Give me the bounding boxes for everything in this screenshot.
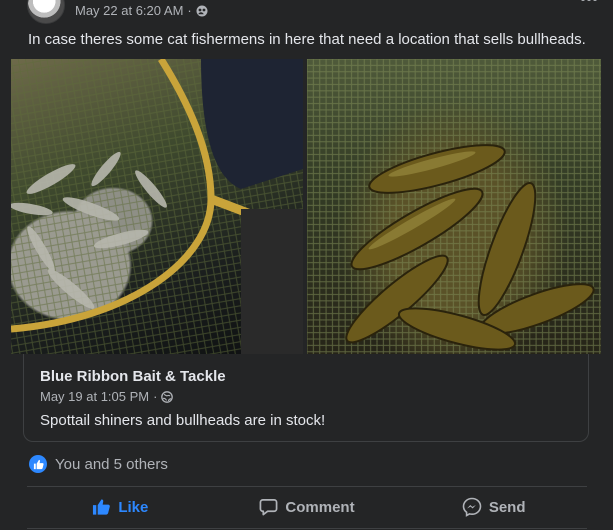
send-button[interactable]: Send [400,490,587,524]
like-button[interactable]: Like [27,490,214,524]
send-button-label: Send [488,498,526,516]
messenger-icon [462,497,482,517]
bullheads-net-illustration [307,59,601,354]
more-options-icon[interactable] [579,0,599,4]
meta-separator: · [187,3,192,18]
reaction-summary[interactable]: You and 5 others [29,455,168,473]
actions-divider-top [27,486,587,487]
shiners-net-illustration [11,59,303,354]
globe-icon[interactable] [161,390,174,403]
comment-button-label: Comment [285,498,355,516]
shared-meta: May 19 at 1:05 PM · [40,389,174,404]
comment-bubble-icon [259,499,278,516]
shared-post-card[interactable]: Blue Ribbon Bait & Tackle May 19 at 1:05… [23,354,589,442]
actions-divider-bottom [27,528,587,529]
post-header: May 22 at 6:20 AM · [0,0,613,26]
thumbs-up-icon [93,499,111,515]
post-caption: In case theres some cat fishermens in he… [28,31,586,48]
like-reaction-icon [29,455,47,473]
feed-post: May 22 at 6:20 AM · In case theres some … [0,0,613,530]
post-meta: May 22 at 6:20 AM · [75,3,208,18]
shared-timestamp[interactable]: May 19 at 1:05 PM [40,389,149,404]
shared-photos[interactable] [11,59,601,354]
reaction-count-text[interactable]: You and 5 others [55,456,168,473]
photo-shiners-net[interactable] [11,59,303,354]
like-button-label: Like [118,498,149,516]
friends-icon[interactable] [196,5,208,17]
author-avatar[interactable] [27,0,65,24]
photo-bullheads-net[interactable] [307,59,601,354]
shared-page-name[interactable]: Blue Ribbon Bait & Tackle [40,368,226,385]
shared-meta-separator: · [153,389,158,404]
post-actions-bar: Like Comment Send [27,490,587,524]
comment-button[interactable]: Comment [214,490,401,524]
shared-post-text: Spottail shiners and bullheads are in st… [40,412,326,429]
post-timestamp[interactable]: May 22 at 6:20 AM [75,3,183,18]
